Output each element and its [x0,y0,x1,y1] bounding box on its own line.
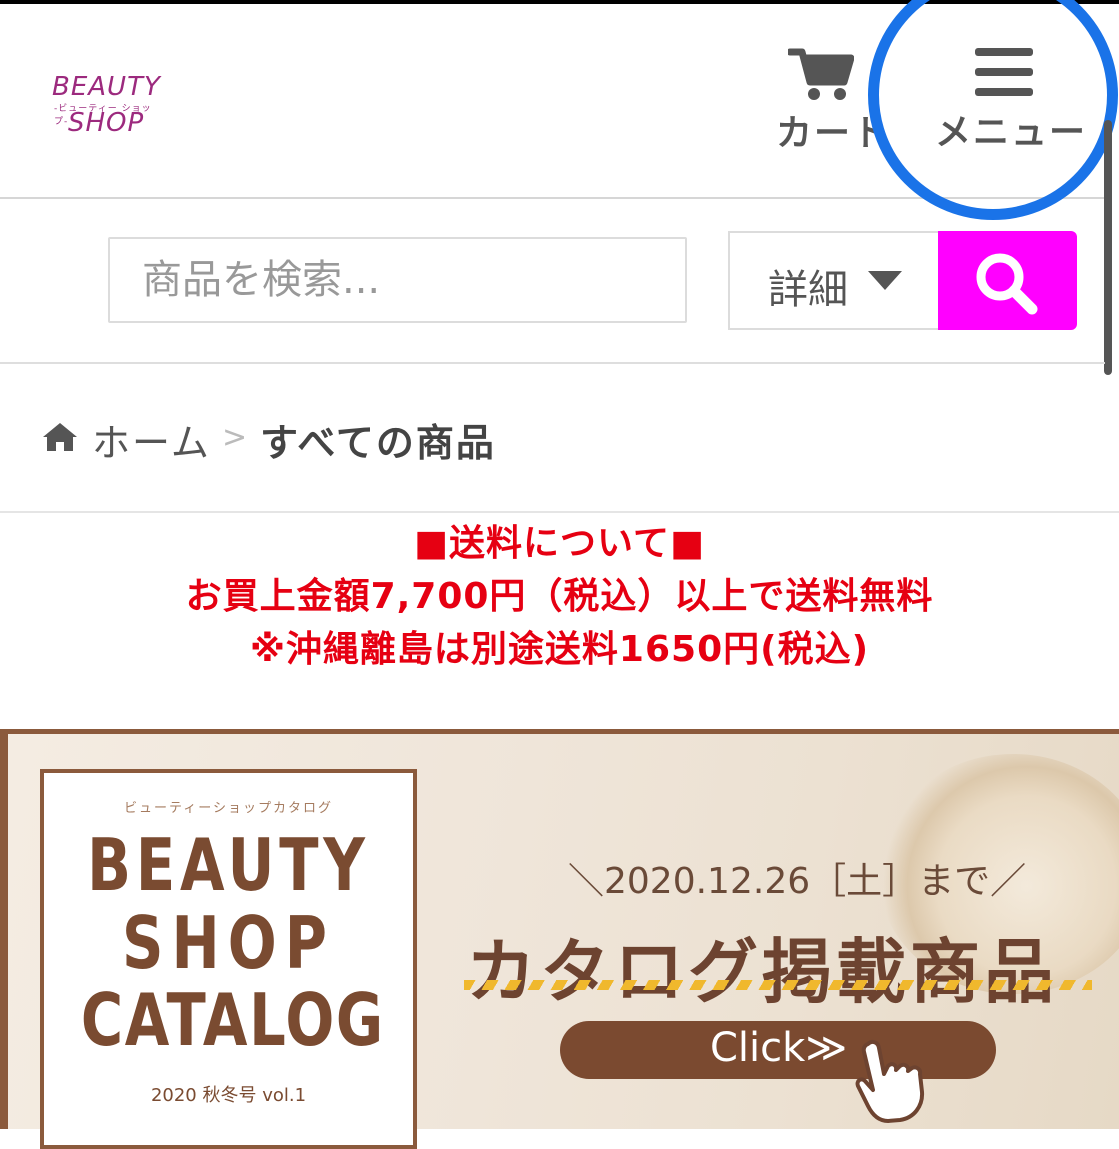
detail-dropdown[interactable]: 詳細 [728,231,940,330]
catalog-edition: 2020 秋冬号 vol.1 [150,1085,307,1106]
cart-icon [788,48,854,100]
caret-down-icon [868,271,902,290]
catalog-cover: ビューティーショップカタログ BEAUTY SHOP CATALOG 2020 … [40,769,417,1149]
menu-label: メニュー [935,112,1088,153]
menu-button[interactable]: メニュー [925,39,1085,159]
search-button[interactable] [938,231,1077,330]
hand-pointer-icon [855,1039,925,1123]
search-bar: 詳細 [0,199,1105,362]
breadcrumb-divider [0,511,1119,513]
title-underline-stripe [464,980,1092,990]
breadcrumb-separator: > [222,420,248,455]
notice-line-2: ※沖縄離島は別途送料1650円(税込) [249,629,870,670]
logo-line-1: BEAUTY [52,72,161,102]
catalog-title-line-1: BEAUTY [87,823,370,907]
catalog-banner[interactable]: ビューティーショップカタログ BEAUTY SHOP CATALOG 2020 … [0,729,1119,1149]
search-input[interactable] [108,237,687,323]
catalog-title-line-3: CATALOG [80,978,385,1062]
cart-button[interactable]: カート [770,44,888,154]
catalog-title-line-2: SHOP [122,901,335,985]
catalog-subtitle: ビューティーショップカタログ [124,801,333,816]
home-icon [43,423,77,451]
site-header: BEAUTY -ビューティー ショップ- SHOP カート メニュー [0,4,1119,198]
breadcrumb-home-link[interactable]: ホーム [92,412,211,467]
banner-title: カタログ掲載商品 [466,931,1058,1013]
cart-label: カート [776,113,891,154]
shop-logo[interactable]: BEAUTY -ビューティー ショップ- SHOP [52,72,162,142]
search-divider [0,362,1105,364]
click-label: Click≫ [710,1025,848,1071]
menu-icon [975,48,1033,96]
scrollbar[interactable] [1104,120,1112,375]
notice-line-1: お買上金額7,700円（税込）以上で送料無料 [185,576,934,617]
shipping-notice: ■送料について■ お買上金額7,700円（税込）以上で送料無料 ※沖縄離島は別途… [0,518,1119,676]
breadcrumb-current: すべての商品 [260,421,496,465]
notice-heading: ■送料について■ [414,523,705,564]
banner-deadline: ＼2020.12.26［土］まで／ [568,861,1027,902]
logo-line-3: SHOP [68,108,145,138]
search-icon [976,253,1038,315]
detail-label: 詳細 [768,267,848,313]
